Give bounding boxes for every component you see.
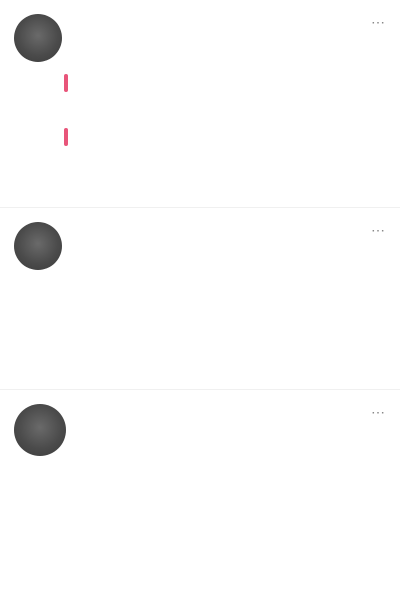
avatar[interactable] xyxy=(14,222,62,270)
avatar[interactable] xyxy=(14,14,62,62)
post-body xyxy=(76,496,376,576)
table-row xyxy=(76,332,376,352)
post-actions xyxy=(64,182,386,200)
post-summary xyxy=(76,430,376,464)
feed: ⋯ ⋯ ⋯ xyxy=(0,0,400,608)
table-row xyxy=(76,310,376,330)
list-item[interactable] xyxy=(64,120,386,160)
table-row xyxy=(76,288,376,308)
list-item[interactable] xyxy=(64,66,386,106)
post-card: ⋯ xyxy=(0,208,400,390)
more-options-icon[interactable]: ⋯ xyxy=(368,404,388,420)
avatar[interactable] xyxy=(14,404,66,456)
post-actions xyxy=(64,366,386,384)
accent-marker xyxy=(64,128,68,146)
post-actions xyxy=(64,584,386,602)
post-card: ⋯ xyxy=(0,390,400,608)
more-options-icon[interactable]: ⋯ xyxy=(368,222,388,238)
accent-marker xyxy=(64,74,68,92)
more-options-icon[interactable]: ⋯ xyxy=(368,14,388,30)
post-card: ⋯ xyxy=(0,0,400,208)
